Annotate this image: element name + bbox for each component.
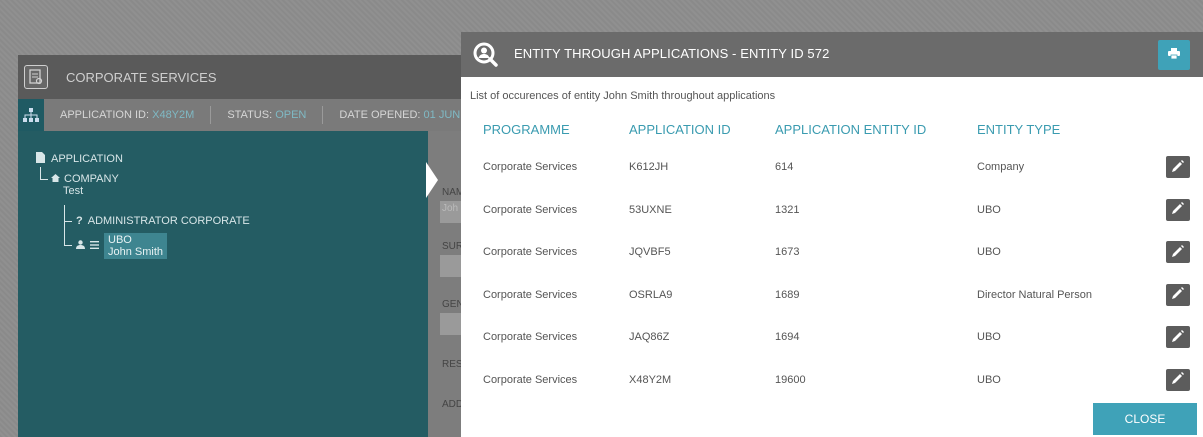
entity-applications-modal: ENTITY THROUGH APPLICATIONS - ENTITY ID …	[461, 32, 1203, 437]
pencil-icon	[1172, 244, 1184, 260]
modal-subtitle: List of occurences of entity John Smith …	[470, 90, 776, 102]
cell-entity-type: UBO	[977, 203, 1001, 216]
home-icon	[51, 173, 60, 185]
edit-button[interactable]	[1166, 283, 1190, 306]
pencil-icon	[1172, 372, 1184, 387]
edit-button[interactable]	[1166, 326, 1190, 349]
cell-application-id: K612JH	[629, 161, 669, 174]
close-button[interactable]: CLOSE	[1093, 403, 1197, 435]
table-row: Corporate Services OSRLA9 1689 Director …	[474, 274, 1202, 317]
cell-entity-type: Company	[977, 161, 1025, 174]
cell-application-id: X48Y2M	[629, 373, 672, 386]
cell-application-id: OSRLA9	[629, 288, 673, 301]
cell-programme: Corporate Services	[483, 288, 578, 301]
sitemap-icon[interactable]	[18, 99, 44, 131]
modal-header: ENTITY THROUGH APPLICATIONS - ENTITY ID …	[461, 32, 1203, 77]
column-header-application-id[interactable]: APPLICATION ID	[620, 112, 766, 146]
table-row: Corporate Services X48Y2M 19600 UBO	[474, 359, 1202, 402]
entities-table: PROGRAMME APPLICATION ID APPLICATION ENT…	[474, 112, 1202, 401]
status-field: STATUS: OPEN	[211, 106, 324, 124]
application-tree: APPLICATION COMPANY Test ? ADMINISTRATOR…	[18, 131, 428, 437]
cell-application-entity-id: 1321	[775, 203, 800, 216]
cell-entity-type: Director Natural Person	[977, 288, 1092, 301]
app-header: CORPORATE SERVICES	[18, 55, 478, 99]
background-app: CORPORATE SERVICES APPLICATION ID: X48Y2…	[18, 55, 478, 437]
cell-application-entity-id: 614	[775, 161, 794, 174]
print-icon	[1168, 46, 1180, 64]
pencil-icon	[1172, 287, 1184, 302]
tree-node-ubo-selected[interactable]: UBO John Smith	[104, 233, 168, 259]
cell-entity-type: UBO	[977, 331, 1001, 344]
modal-pointer	[426, 162, 438, 198]
table-row: Corporate Services K612JH 614 Company	[474, 146, 1202, 189]
pencil-icon	[1172, 202, 1184, 217]
cell-application-id: JQVBF5	[629, 246, 671, 259]
cell-entity-type: UBO	[977, 246, 1001, 259]
cell-programme: Corporate Services	[483, 246, 578, 259]
user-icon	[76, 240, 85, 252]
cell-entity-type: UBO	[977, 373, 1001, 386]
pencil-icon	[1172, 159, 1184, 175]
cell-application-entity-id: 19600	[775, 373, 806, 386]
column-header-programme[interactable]: PROGRAMME	[474, 112, 620, 146]
document-search-icon	[24, 65, 48, 89]
table-row: Corporate Services 53UXNE 1321 UBO	[474, 189, 1202, 232]
tree-node-application[interactable]: APPLICATION	[36, 152, 123, 166]
cell-programme: Corporate Services	[483, 331, 578, 344]
application-id-field: APPLICATION ID: X48Y2M	[44, 106, 212, 124]
cell-application-entity-id: 1689	[775, 288, 800, 301]
cell-application-entity-id: 1694	[775, 331, 800, 344]
date-opened-field: DATE OPENED: 01 JUN	[339, 109, 461, 121]
cell-programme: Corporate Services	[483, 373, 578, 386]
edit-button[interactable]	[1166, 156, 1190, 179]
pencil-icon	[1172, 329, 1184, 345]
column-header-application-entity-id[interactable]: APPLICATION ENTITY ID	[766, 112, 968, 146]
cell-application-entity-id: 1673	[775, 246, 800, 259]
modal-title: ENTITY THROUGH APPLICATIONS - ENTITY ID …	[514, 46, 830, 61]
application-info-bar: APPLICATION ID: X48Y2M STATUS: OPEN DATE…	[18, 99, 478, 131]
menu-icon[interactable]	[90, 240, 99, 252]
app-title: CORPORATE SERVICES	[66, 69, 217, 85]
cell-programme: Corporate Services	[483, 203, 578, 216]
file-icon	[36, 152, 45, 166]
table-row: Corporate Services JAQ86Z 1694 UBO	[474, 316, 1202, 359]
question-icon: ?	[76, 215, 83, 227]
cell-application-id: 53UXNE	[629, 203, 672, 216]
column-header-entity-type[interactable]: ENTITY TYPE	[968, 112, 1153, 146]
tree-node-administrator[interactable]: ? ADMINISTRATOR CORPORATE	[76, 215, 250, 227]
cell-programme: Corporate Services	[483, 161, 578, 174]
user-search-icon	[473, 42, 499, 68]
tree-node-company[interactable]: COMPANY Test	[51, 173, 119, 197]
cell-application-id: JAQ86Z	[629, 331, 670, 344]
edit-button[interactable]	[1166, 198, 1190, 221]
print-button[interactable]	[1158, 40, 1190, 70]
table-header-row: PROGRAMME APPLICATION ID APPLICATION ENT…	[474, 112, 1202, 146]
edit-button[interactable]	[1166, 368, 1190, 391]
edit-button[interactable]	[1166, 241, 1190, 264]
table-row: Corporate Services JQVBF5 1673 UBO	[474, 231, 1202, 274]
